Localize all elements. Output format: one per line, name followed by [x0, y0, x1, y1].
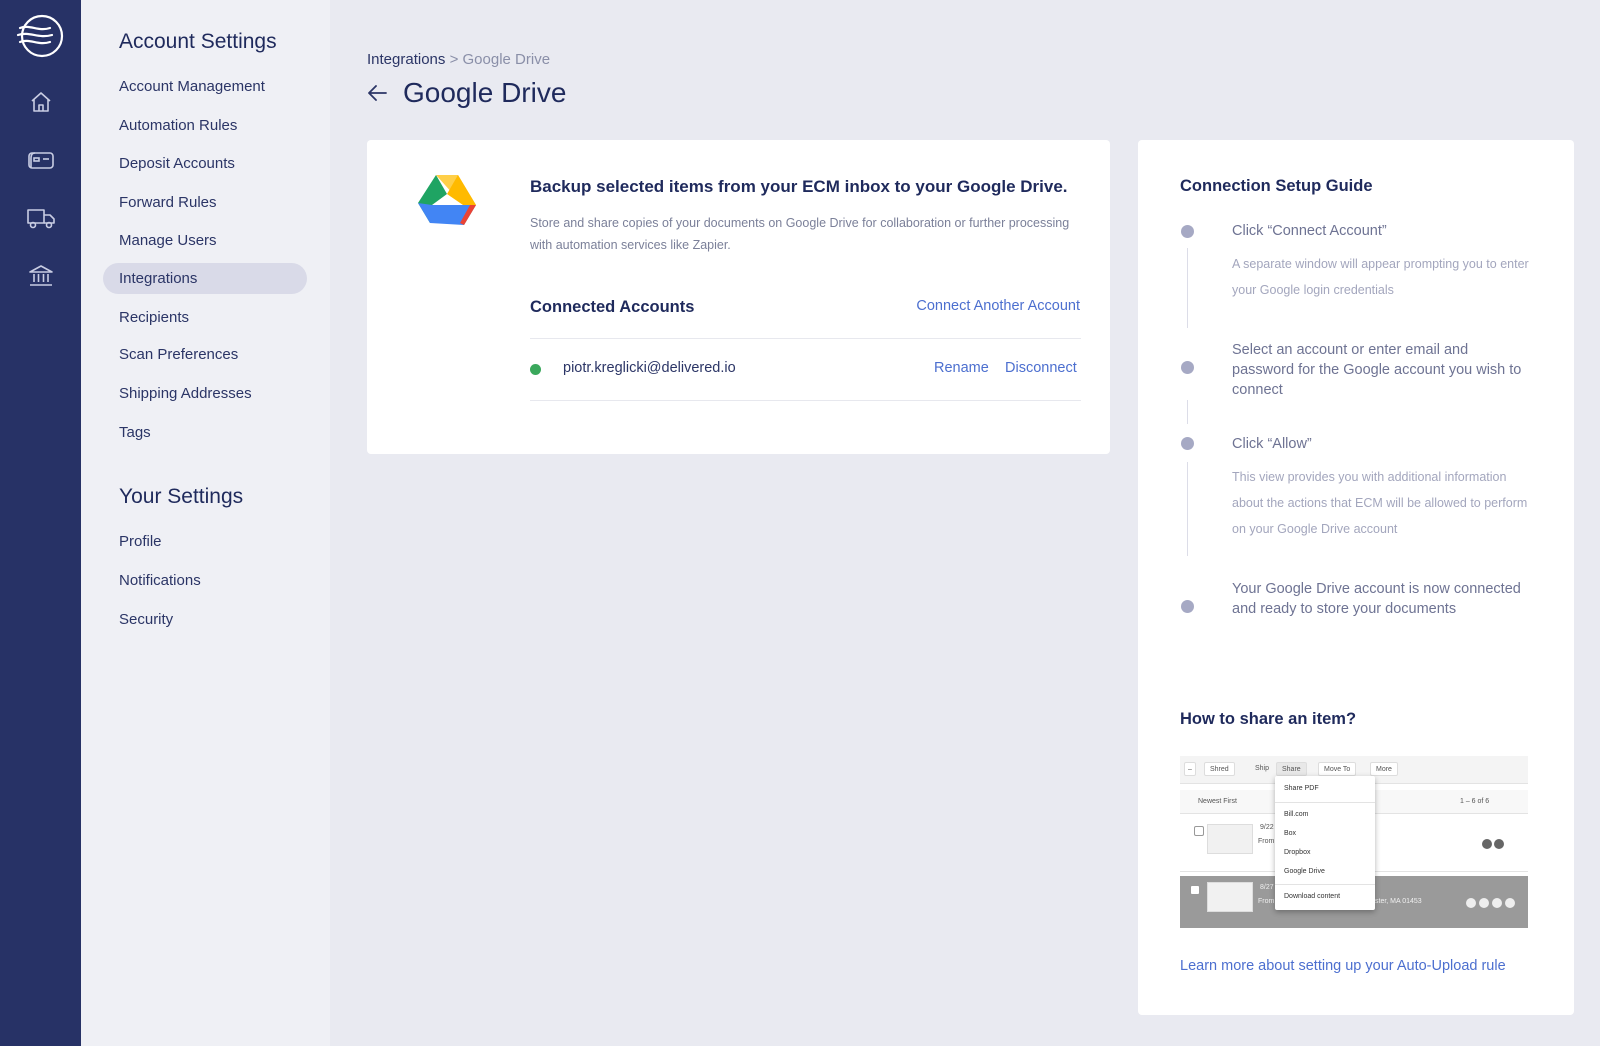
- mailbox-icon[interactable]: [21, 140, 61, 180]
- sidebar-item-recipients[interactable]: Recipients: [103, 302, 307, 333]
- screenshot-sort: Newest First: [1198, 798, 1237, 805]
- dollar-icon: [1482, 839, 1492, 849]
- sidebar-item-account-management[interactable]: Account Management: [103, 71, 307, 102]
- breadcrumb: Integrations > Google Drive: [367, 51, 550, 68]
- integration-description: Store and share copies of your documents…: [530, 216, 1070, 252]
- sidebar-item-security[interactable]: Security: [103, 604, 307, 635]
- sidebar-item-integrations[interactable]: Integrations: [103, 263, 307, 294]
- settings-sidebar: Account Settings Account Management Auto…: [81, 0, 330, 1046]
- breadcrumb-parent-link[interactable]: Integrations: [367, 51, 445, 68]
- learn-more-auto-upload-link[interactable]: Learn more about setting up your Auto-Up…: [1180, 958, 1506, 974]
- share-menu-screenshot: – Shred Ship Share Move To More Newest F…: [1180, 756, 1528, 930]
- sidebar-item-tags[interactable]: Tags: [103, 417, 307, 448]
- menu-item: Dropbox: [1284, 849, 1311, 856]
- sidebar-item-automation-rules[interactable]: Automation Rules: [103, 110, 307, 141]
- integration-card: Backup selected items from your ECM inbo…: [367, 140, 1110, 454]
- checkbox-checked-icon: [1190, 885, 1200, 895]
- menu-separator: [1275, 884, 1375, 885]
- setup-guide-card: Connection Setup Guide Click “Connect Ac…: [1138, 140, 1574, 1015]
- connect-another-account-link[interactable]: Connect Another Account: [916, 298, 1080, 314]
- checkbox-icon: [1194, 826, 1204, 836]
- screenshot-row-from: From: [1258, 838, 1275, 845]
- menu-item: Bill.com: [1284, 811, 1309, 818]
- rename-account-link[interactable]: Rename: [934, 360, 989, 376]
- breadcrumb-current: Google Drive: [462, 51, 551, 68]
- mail-icon: [1494, 839, 1504, 849]
- step-dot: [1181, 361, 1194, 374]
- sidebar-item-deposit-accounts[interactable]: Deposit Accounts: [103, 148, 307, 179]
- sidebar-item-shipping-addresses[interactable]: Shipping Addresses: [103, 378, 307, 409]
- guide-step-title: Click “Connect Account”: [1232, 223, 1387, 239]
- step-connector: [1187, 462, 1188, 556]
- home-icon[interactable]: [21, 82, 61, 122]
- page-title: Google Drive: [403, 77, 567, 108]
- connected-accounts-title: Connected Accounts: [530, 298, 695, 316]
- screenshot-share: Share: [1276, 762, 1307, 776]
- divider: [530, 338, 1081, 339]
- share-howto-title: How to share an item?: [1180, 710, 1357, 728]
- account-email: piotr.kreglicki@delivered.io: [563, 360, 736, 376]
- menu-item: Box: [1284, 830, 1297, 837]
- divider: [530, 400, 1081, 401]
- menu-separator: [1275, 802, 1375, 803]
- mail-icon: [1492, 898, 1502, 908]
- screenshot-row-from: From: [1258, 898, 1275, 905]
- sidebar-item-forward-rules[interactable]: Forward Rules: [103, 187, 307, 218]
- sidebar-item-profile[interactable]: Profile: [103, 526, 307, 557]
- menu-item: Share PDF: [1284, 785, 1319, 792]
- truck-icon[interactable]: [21, 198, 61, 238]
- sidebar-item-scan-preferences[interactable]: Scan Preferences: [103, 339, 307, 370]
- guide-step-title: Click “Allow”: [1232, 436, 1312, 452]
- app-logo-icon[interactable]: [15, 12, 67, 60]
- back-arrow-icon[interactable]: [366, 82, 388, 104]
- integration-headline: Backup selected items from your ECM inbo…: [530, 177, 1068, 196]
- google-drive-logo-icon: [416, 173, 478, 229]
- screenshot-share-menu: Share PDF Bill.com Box Dropbox Google Dr…: [1275, 776, 1375, 910]
- screenshot-paging: 1 – 6 of 6: [1460, 798, 1490, 805]
- disconnect-account-link[interactable]: Disconnect: [1005, 360, 1077, 376]
- mail-icon: [1505, 898, 1515, 908]
- your-settings-heading: Your Settings: [119, 485, 244, 508]
- thumbnail: [1207, 824, 1253, 854]
- screenshot-more: More: [1370, 762, 1398, 776]
- screenshot-move-to: Move To: [1318, 762, 1357, 776]
- dollar-icon: [1466, 898, 1476, 908]
- screenshot-row-address: ster, MA 01453: [1375, 898, 1422, 905]
- bank-icon[interactable]: [21, 256, 61, 296]
- guide-step-desc: This view provides you with additional i…: [1232, 470, 1528, 536]
- minus-icon: –: [1184, 762, 1196, 776]
- step-connector: [1187, 248, 1188, 328]
- sidebar-item-manage-users[interactable]: Manage Users: [103, 225, 307, 256]
- menu-item: Google Drive: [1284, 868, 1325, 875]
- guide-step-desc: A separate window will appear prompting …: [1232, 257, 1529, 297]
- screenshot-shred: Shred: [1204, 762, 1235, 776]
- icon-rail: [0, 0, 81, 1046]
- step-dot: [1181, 437, 1194, 450]
- step-dot: [1181, 600, 1194, 613]
- step-dot: [1181, 225, 1194, 238]
- sidebar-item-notifications[interactable]: Notifications: [103, 565, 307, 596]
- menu-item: Download content: [1284, 893, 1341, 900]
- guide-step-title: Select an account or enter email and pas…: [1232, 342, 1522, 398]
- thumbnail: [1207, 882, 1253, 912]
- connected-status-dot: [530, 364, 541, 375]
- guide-step-title: Your Google Drive account is now connect…: [1232, 581, 1521, 617]
- step-connector: [1187, 400, 1188, 424]
- screenshot-row-date: 9/22: [1260, 824, 1274, 831]
- account-settings-heading: Account Settings: [119, 30, 277, 53]
- guide-title: Connection Setup Guide: [1180, 177, 1373, 195]
- bank-icon: [1479, 898, 1489, 908]
- breadcrumb-separator: >: [449, 51, 459, 68]
- screenshot-ship: Ship: [1255, 765, 1270, 772]
- screenshot-row-date: 8/27: [1260, 884, 1274, 891]
